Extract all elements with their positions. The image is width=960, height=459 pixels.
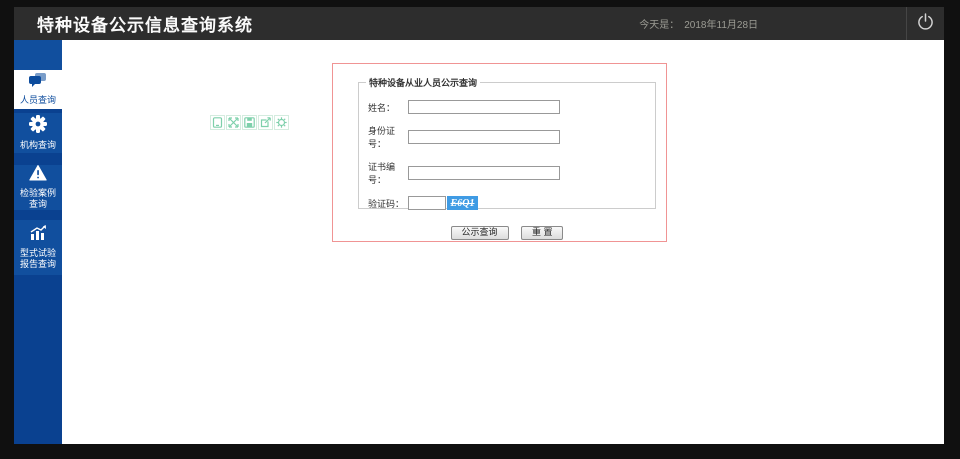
sidebar-item-label: 人员查询 [19,94,56,105]
query-form-container: 特种设备从业人员公示查询 姓名： 身份证号： 证书编号： 验证码： E6Q1 公… [332,63,667,242]
name-input[interactable] [408,100,560,114]
current-date: 今天是： 2018年11月28日 [639,7,758,40]
form-row-id-number: 身份证号： [368,124,655,150]
warning-icon [29,164,47,186]
device-icon[interactable] [210,115,225,130]
page-title: 特种设备公示信息查询系统 [37,16,253,35]
app-window: 特种设备公示信息查询系统 今天是： 2018年11月28日 人员查询 机构查询 … [0,0,960,459]
date-value: 2018年11月28日 [684,20,758,31]
save-icon[interactable] [242,115,257,130]
sidebar-top-block [14,40,62,70]
gear-icon [29,114,47,138]
header-bar: 特种设备公示信息查询系统 今天是： 2018年11月28日 [14,7,944,40]
personnel-query-fieldset: 特种设备从业人员公示查询 姓名： 身份证号： 证书编号： 验证码： E6Q1 公… [358,76,656,240]
sidebar-nav: 人员查询 机构查询 检验案例查询 型式试验报告查询 [14,40,62,444]
name-label: 姓名： [368,102,396,113]
form-row-name: 姓名： [368,100,655,114]
date-label: 今天是： [639,20,680,31]
fieldset-legend: 特种设备从业人员公示查询 [369,78,478,88]
captcha-image[interactable]: E6Q1 [447,196,478,210]
certificate-number-input[interactable] [408,166,560,180]
form-buttons-row: 公示查询 重 置 [359,222,655,240]
chart-icon [29,224,47,246]
settings-icon[interactable] [274,115,289,130]
sidebar-item-inspection-case-query[interactable]: 检验案例查询 [14,164,62,210]
sidebar-item-personnel-query[interactable]: 人员查询 [14,70,62,109]
reset-button[interactable]: 重 置 [520,225,564,240]
form-row-captcha: 验证码： E6Q1 [368,196,655,210]
certificate-number-label: 证书编号： [368,162,396,185]
id-number-input[interactable] [408,130,560,144]
sidebar-item-label: 型式试验报告查询 [19,247,56,269]
export-icon[interactable] [258,115,273,130]
id-number-label: 身份证号： [368,126,396,149]
form-row-certificate-number: 证书编号： [368,160,655,186]
sidebar-item-organization-query[interactable]: 机构查询 [14,113,62,153]
sidebar-item-label: 机构查询 [19,139,56,150]
captcha-label: 验证码： [368,198,405,209]
content-panel: 人员查询 机构查询 检验案例查询 型式试验报告查询 特种设备从业人员公示查询 姓… [14,40,944,444]
query-button[interactable]: 公示查询 [450,225,509,240]
mini-toolbar [210,115,289,130]
chat-icon [29,72,47,93]
sidebar-item-label: 检验案例查询 [19,187,56,209]
logout-button[interactable] [906,7,944,40]
expand-icon[interactable] [226,115,241,130]
sidebar-item-type-test-report-query[interactable]: 型式试验报告查询 [14,220,62,275]
captcha-input[interactable] [408,196,446,210]
power-icon [916,12,935,36]
